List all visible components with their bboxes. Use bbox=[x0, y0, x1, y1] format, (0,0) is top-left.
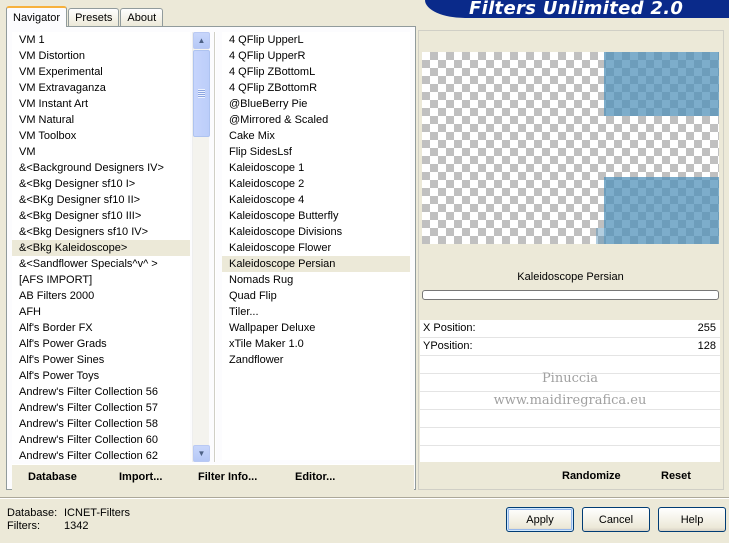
list-item[interactable]: &<Background Designers IV> bbox=[12, 160, 190, 176]
list-item[interactable]: Andrew's Filter Collection 60 bbox=[12, 432, 190, 448]
list-item[interactable]: Alf's Power Toys bbox=[12, 368, 190, 384]
list-item[interactable]: Alf's Power Sines bbox=[12, 352, 190, 368]
randomize-button[interactable]: Randomize bbox=[562, 470, 621, 482]
footer-separator bbox=[0, 497, 729, 499]
navigator-button-bar: Database Import... Filter Info... Editor… bbox=[12, 464, 414, 490]
list-item[interactable]: VM Distortion bbox=[12, 48, 190, 64]
list-item[interactable]: VM Experimental bbox=[12, 64, 190, 80]
list-item[interactable]: Zandflower bbox=[222, 352, 410, 368]
filter-list[interactable]: 4 QFlip UpperL 4 QFlip UpperR 4 QFlip ZBot… bbox=[222, 32, 410, 460]
list-item[interactable]: Kaleidoscope 2 bbox=[222, 176, 410, 192]
list-item[interactable]: VM 1 bbox=[12, 32, 190, 48]
watermark: Pinuccia www.maidiregrafica.eu bbox=[420, 368, 720, 412]
param-value: 128 bbox=[697, 340, 716, 352]
preview-block bbox=[604, 177, 719, 244]
banner-title: Filters Unlimited 2.0 bbox=[469, 0, 684, 18]
list-item[interactable]: Andrew's Filter Collection 58 bbox=[12, 416, 190, 432]
current-filter-name: Kaleidoscope Persian bbox=[422, 266, 719, 288]
list-item[interactable]: &<Sandflower Specials^v^ > bbox=[12, 256, 190, 272]
database-value: ICNET-Filters bbox=[64, 507, 130, 519]
list-item[interactable]: VM Instant Art bbox=[12, 96, 190, 112]
reset-button[interactable]: Reset bbox=[661, 470, 691, 482]
status-info: Database: ICNET-Filters Filters: 1342 bbox=[7, 507, 130, 533]
list-item[interactable]: Kaleidoscope Butterfly bbox=[222, 208, 410, 224]
list-item[interactable]: Kaleidoscope 1 bbox=[222, 160, 410, 176]
editor-button[interactable]: Editor... bbox=[295, 471, 335, 483]
chevron-up-icon: ▲ bbox=[197, 36, 206, 45]
list-item[interactable]: xTile Maker 1.0 bbox=[222, 336, 410, 352]
param-row-x[interactable]: X Position: 255 bbox=[420, 320, 720, 338]
scroll-up-button[interactable]: ▲ bbox=[193, 32, 210, 49]
category-scrollbar[interactable]: ▲ ▼ bbox=[192, 32, 210, 462]
param-row-y[interactable]: YPosition: 128 bbox=[420, 338, 720, 356]
filters-label: Filters: bbox=[7, 520, 40, 532]
param-label: YPosition: bbox=[423, 340, 473, 352]
list-item[interactable]: 4 QFlip ZBottomL bbox=[222, 64, 410, 80]
list-item[interactable]: Cake Mix bbox=[222, 128, 410, 144]
preview-block bbox=[604, 52, 719, 116]
tab-navigator[interactable]: Navigator bbox=[6, 6, 68, 27]
param-label: X Position: bbox=[423, 322, 476, 334]
import-button[interactable]: Import... bbox=[119, 471, 162, 483]
preview-block bbox=[596, 228, 604, 244]
param-row-empty bbox=[420, 410, 720, 428]
list-item[interactable]: 4 QFlip UpperR bbox=[222, 48, 410, 64]
progress-bar bbox=[422, 290, 719, 300]
param-row-empty bbox=[420, 428, 720, 446]
category-list[interactable]: VM 1 VM Distortion VM Experimental VM Extra… bbox=[12, 32, 190, 462]
list-item[interactable]: Wallpaper Deluxe bbox=[222, 320, 410, 336]
list-item[interactable]: VM Toolbox bbox=[12, 128, 190, 144]
tab-about[interactable]: About bbox=[120, 8, 164, 26]
list-item[interactable]: Andrew's Filter Collection 56 bbox=[12, 384, 190, 400]
list-item[interactable]: Alf's Power Grads bbox=[12, 336, 190, 352]
filters-count: 1342 bbox=[64, 520, 89, 532]
list-item[interactable]: AB Filters 2000 bbox=[12, 288, 190, 304]
list-divider bbox=[214, 32, 216, 462]
database-label: Database: bbox=[7, 507, 58, 519]
list-item[interactable]: @Mirrored & Scaled bbox=[222, 112, 410, 128]
list-item[interactable]: &<Bkg Designers sf10 IV> bbox=[12, 224, 190, 240]
chevron-down-icon: ▼ bbox=[197, 449, 206, 458]
grip-icon bbox=[198, 89, 205, 98]
list-item[interactable]: &<Bkg Designer sf10 I> bbox=[12, 176, 190, 192]
preview-image bbox=[422, 52, 719, 244]
list-item[interactable]: 4 QFlip UpperL bbox=[222, 32, 410, 48]
list-item[interactable]: VM Natural bbox=[12, 112, 190, 128]
list-item[interactable]: Flip SidesLsf bbox=[222, 144, 410, 160]
cancel-button[interactable]: Cancel bbox=[582, 507, 650, 532]
watermark-line: Pinuccia bbox=[541, 371, 599, 386]
list-item[interactable]: Kaleidoscope Divisions bbox=[222, 224, 410, 240]
list-item[interactable]: VM Extravaganza bbox=[12, 80, 190, 96]
filter-info-button[interactable]: Filter Info... bbox=[198, 471, 257, 483]
list-item[interactable]: [AFS IMPORT] bbox=[12, 272, 190, 288]
list-item[interactable]: Nomads Rug bbox=[222, 272, 410, 288]
list-item[interactable]: Kaleidoscope 4 bbox=[222, 192, 410, 208]
tab-presets[interactable]: Presets bbox=[68, 8, 120, 26]
list-item[interactable]: Andrew's Filter Collection 62 bbox=[12, 448, 190, 464]
list-item[interactable]: Kaleidoscope Persian bbox=[222, 256, 410, 272]
database-button[interactable]: Database bbox=[28, 471, 77, 483]
watermark-line: www.maidiregrafica.eu bbox=[493, 393, 647, 408]
param-value: 255 bbox=[697, 322, 716, 334]
list-item[interactable]: &<Bkg Kaleidoscope> bbox=[12, 240, 190, 256]
list-item[interactable]: AFH bbox=[12, 304, 190, 320]
scroll-down-button[interactable]: ▼ bbox=[193, 445, 210, 462]
scroll-thumb[interactable] bbox=[193, 50, 210, 137]
list-item[interactable]: VM bbox=[12, 144, 190, 160]
list-item[interactable]: &<Bkg Designer sf10 III> bbox=[12, 208, 190, 224]
help-button[interactable]: Help bbox=[658, 507, 726, 532]
tab-bar: Navigator Presets About bbox=[6, 6, 164, 27]
apply-button[interactable]: Apply bbox=[506, 507, 574, 532]
list-item[interactable]: Andrew's Filter Collection 57 bbox=[12, 400, 190, 416]
list-item[interactable]: Quad Flip bbox=[222, 288, 410, 304]
list-item[interactable]: 4 QFlip ZBottomR bbox=[222, 80, 410, 96]
list-item[interactable]: &<BKg Designer sf10 II> bbox=[12, 192, 190, 208]
list-item[interactable]: @BlueBerry Pie bbox=[222, 96, 410, 112]
app-banner: Filters Unlimited 2.0 bbox=[425, 0, 729, 18]
list-item[interactable]: Kaleidoscope Flower bbox=[222, 240, 410, 256]
list-item[interactable]: Tiler... bbox=[222, 304, 410, 320]
list-item[interactable]: Alf's Border FX bbox=[12, 320, 190, 336]
